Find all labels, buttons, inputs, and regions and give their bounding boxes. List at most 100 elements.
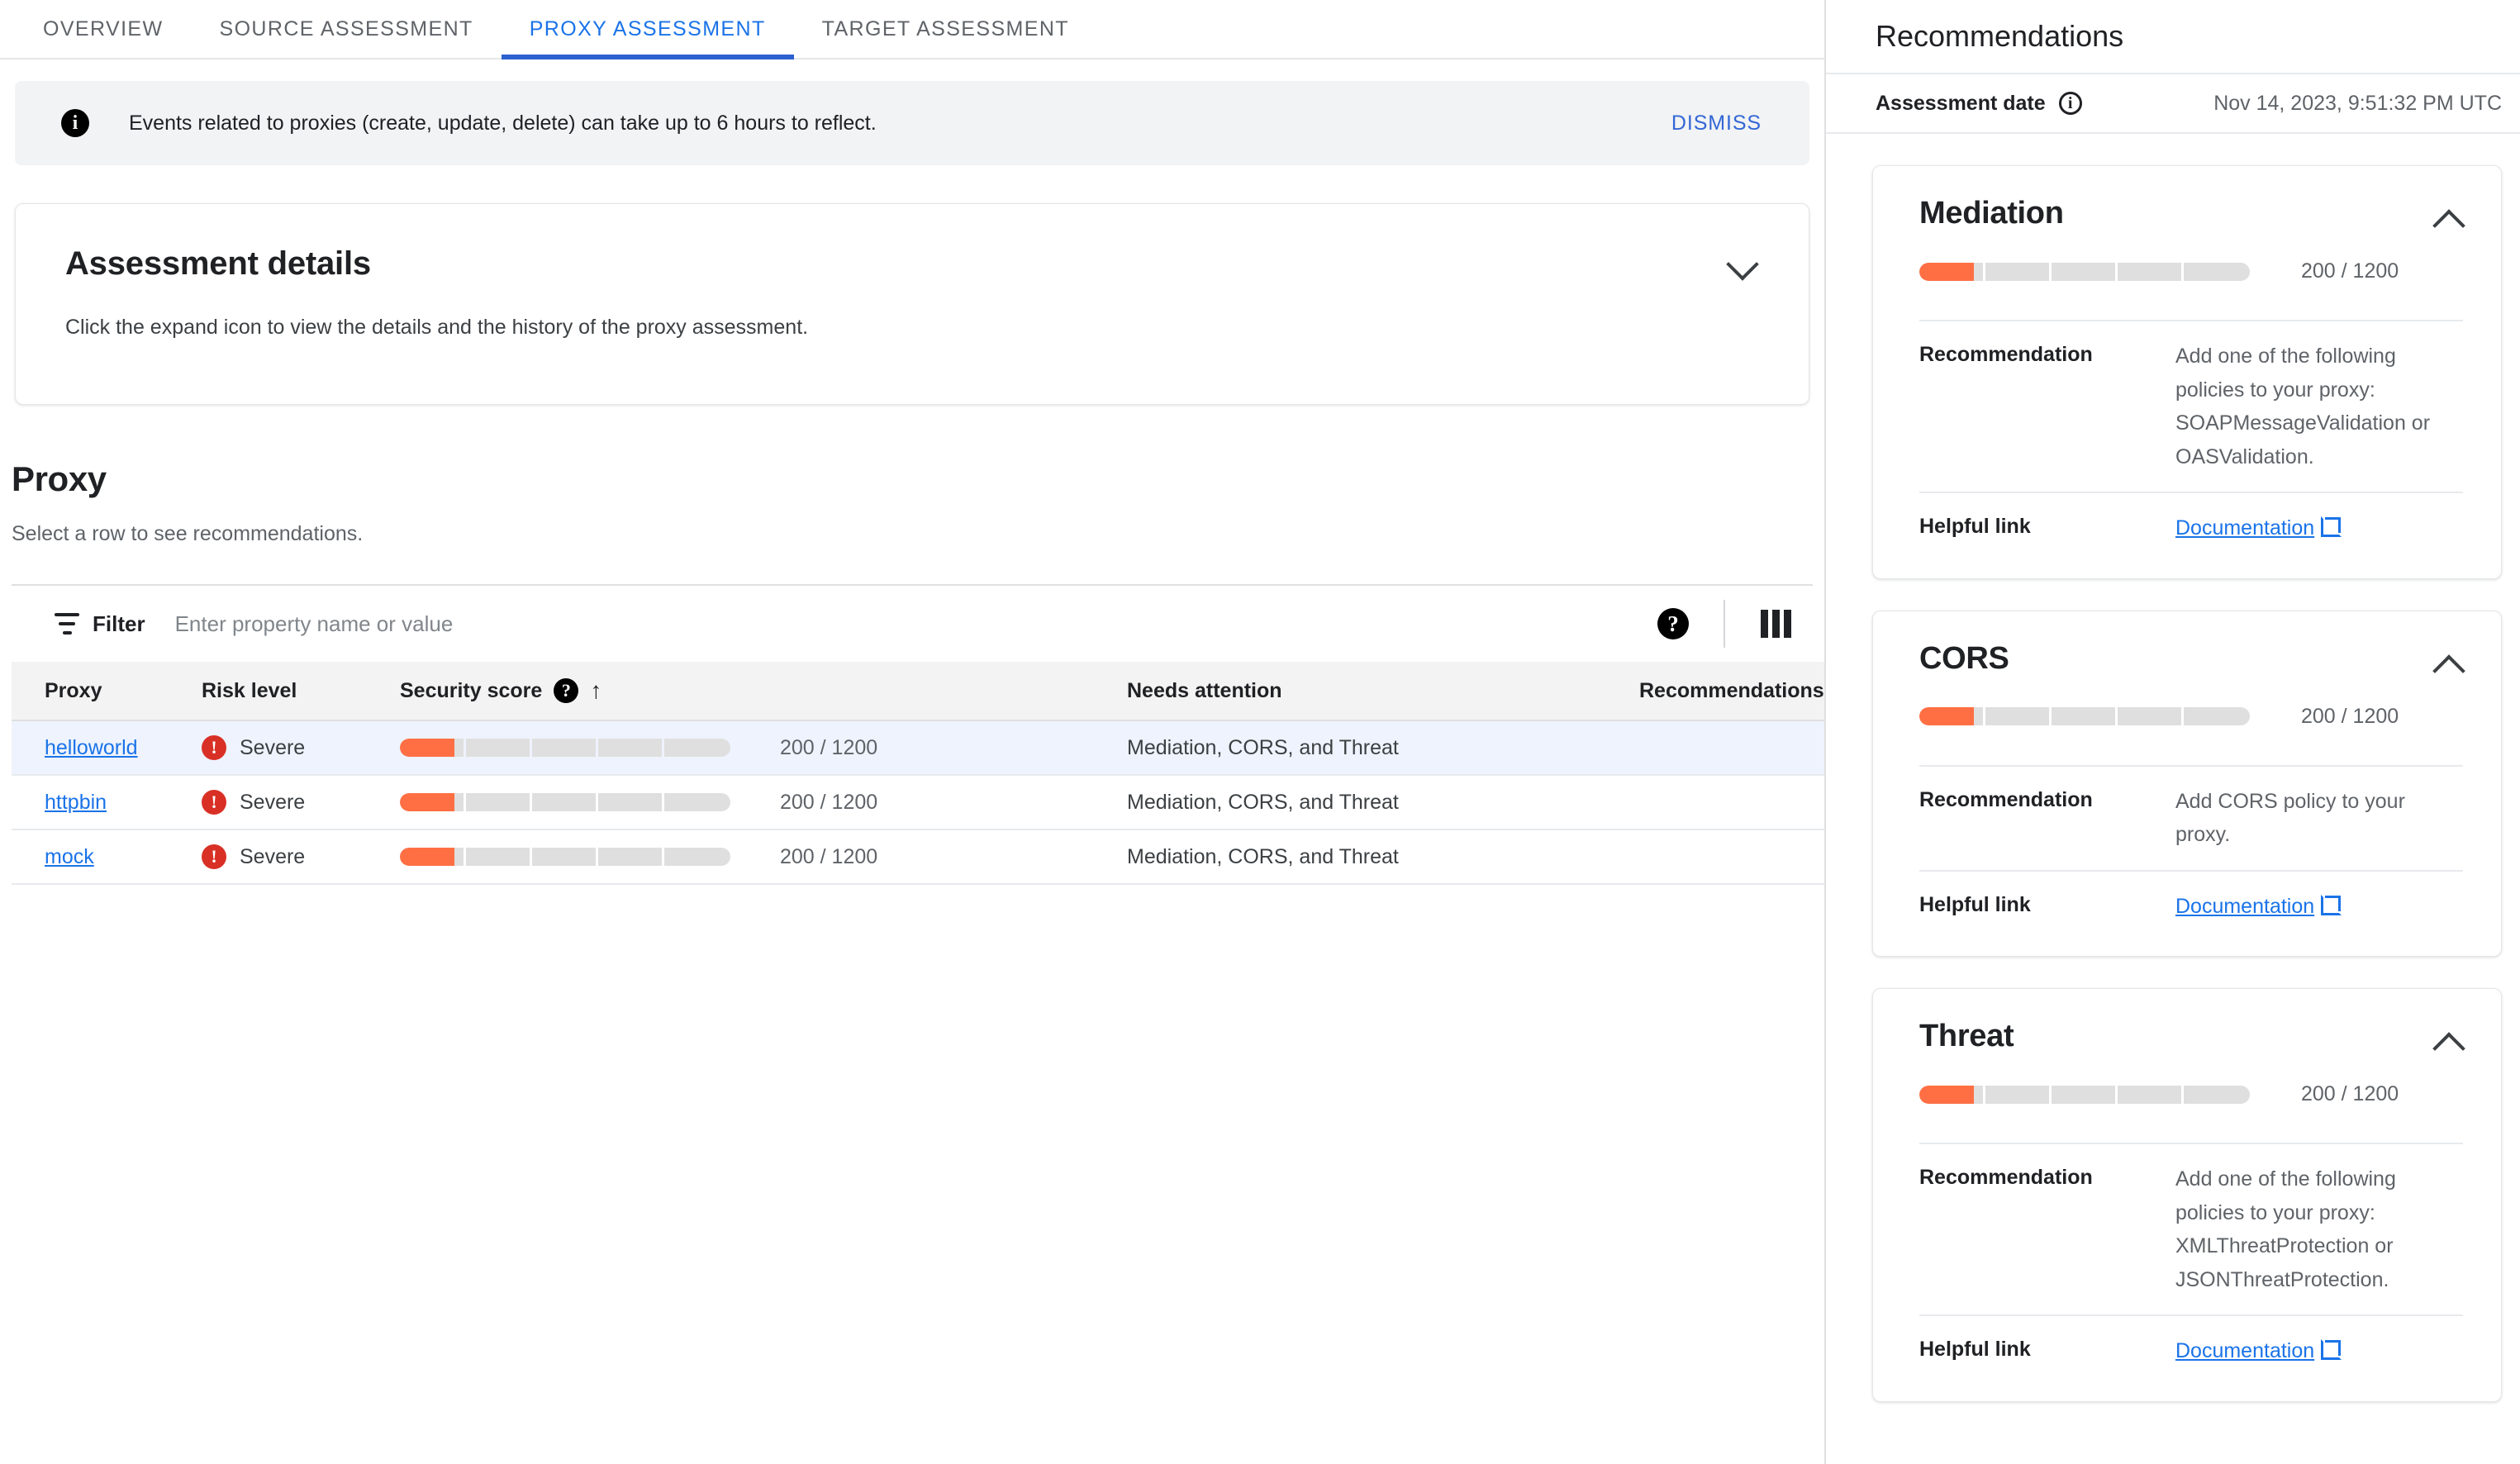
card-score-meter: 200 / 1200 <box>1919 259 2463 283</box>
table-row[interactable]: helloworld ! Severe 200 / 1200 Mediation… <box>12 720 1824 776</box>
filter-icon <box>55 613 79 635</box>
tab-label: TARGET ASSESSMENT <box>821 17 1069 40</box>
tab-bar: OVERVIEW SOURCE ASSESSMENT PROXY ASSESSM… <box>0 0 1824 59</box>
helpful-link-row: Helpful link Documentation <box>1919 492 2463 563</box>
filter-bar: Filter ? <box>12 584 1813 662</box>
needs-attention-value: Mediation, CORS, and Threat <box>1127 829 1639 885</box>
tab-target-assessment[interactable]: TARGET ASSESSMENT <box>794 0 1097 58</box>
helpful-link-label: Helpful link <box>1919 1338 2031 1361</box>
arrow-up-icon[interactable]: ↑ <box>590 679 601 702</box>
filter-button[interactable]: Filter <box>55 611 145 637</box>
table-header: Proxy Risk level Security score ? ↑ Need… <box>12 662 1824 721</box>
recommendation-label: Recommendation <box>1919 1166 2093 1189</box>
recommendation-card-threat: Threat 200 / 1200 Recommendation Add one… <box>1872 988 2502 1402</box>
proxy-link[interactable]: helloworld <box>45 736 138 759</box>
security-score-bar <box>1919 262 2250 281</box>
helpful-link-row: Helpful link Documentation <box>1919 1314 2463 1386</box>
chevron-up-icon[interactable] <box>2430 646 2468 687</box>
column-header-recommendations[interactable]: Recommendations <box>1639 662 1824 721</box>
proxy-link[interactable]: httpbin <box>45 791 107 814</box>
severe-error-icon: ! <box>202 790 226 815</box>
page-title: Proxy <box>12 459 107 498</box>
filter-label: Filter <box>93 611 145 636</box>
helpful-link-row: Helpful link Documentation <box>1919 869 2463 942</box>
risk-level-label: Severe <box>240 790 306 814</box>
tab-proxy-assessment[interactable]: PROXY ASSESSMENT <box>501 0 794 59</box>
help-circle-icon[interactable]: ? <box>1644 595 1702 653</box>
table-row[interactable]: mock ! Severe 200 / 1200 Mediation, CORS… <box>12 829 1824 885</box>
card-details: Recommendation Add one of the following … <box>1919 320 2463 563</box>
column-header-needs-attention[interactable]: Needs attention <box>1127 662 1639 721</box>
recommendations-title: Recommendations <box>1876 19 2124 53</box>
documentation-link[interactable]: Documentation <box>2175 1339 2314 1362</box>
card-score-meter: 200 / 1200 <box>1919 1082 2463 1106</box>
columns-icon[interactable] <box>1747 595 1804 653</box>
chevron-down-icon[interactable] <box>1723 248 1762 290</box>
tab-overview[interactable]: OVERVIEW <box>15 0 192 58</box>
recommendation-label: Recommendation <box>1919 343 2093 366</box>
security-score-bar <box>1919 1085 2250 1104</box>
info-banner: i Events related to proxies (create, upd… <box>15 81 1809 165</box>
recommendation-value: Add one of the following policies to you… <box>2175 1167 2396 1291</box>
security-score-value: 200 / 1200 <box>780 790 878 814</box>
info-outline-icon[interactable]: i <box>2058 92 2082 115</box>
column-header-proxy[interactable]: Proxy <box>12 662 202 721</box>
card-title: Mediation <box>1919 196 2064 231</box>
security-score-bar <box>1919 707 2250 725</box>
helpful-link-label: Helpful link <box>1919 892 2031 916</box>
help-circle-icon[interactable]: ? <box>554 678 579 703</box>
column-header-label: Security score <box>400 678 543 702</box>
recommendation-card-mediation: Mediation 200 / 1200 Recommendation Add … <box>1872 165 2502 579</box>
chevron-up-icon[interactable] <box>2430 201 2468 242</box>
recommendation-label: Recommendation <box>1919 787 2093 811</box>
recommendation-row: Recommendation Add one of the following … <box>1919 1143 2463 1314</box>
risk-level-label: Severe <box>240 735 306 759</box>
external-link-icon[interactable] <box>2321 894 2342 915</box>
card-details: Recommendation Add one of the following … <box>1919 1143 2463 1386</box>
needs-attention-value: Mediation, CORS, and Threat <box>1127 775 1639 830</box>
needs-attention-value: Mediation, CORS, and Threat <box>1127 720 1639 776</box>
recommendations-panel: Recommendations Assessment date i Nov 14… <box>1826 0 2520 1464</box>
external-link-icon[interactable] <box>2321 1339 2342 1360</box>
documentation-link[interactable]: Documentation <box>2175 516 2314 539</box>
main-content: OVERVIEW SOURCE ASSESSMENT PROXY ASSESSM… <box>0 0 1826 1464</box>
recommendation-card-cors: CORS 200 / 1200 Recommendation Add CORS … <box>1872 610 2502 957</box>
column-header-security-score[interactable]: Security score ? ↑ <box>400 662 780 721</box>
severe-error-icon: ! <box>202 735 226 760</box>
table-row[interactable]: httpbin ! Severe 200 / 1200 Mediation, C… <box>12 775 1824 830</box>
dismiss-button[interactable]: DISMISS <box>1657 105 1776 142</box>
card-details: Recommendation Add CORS policy to your p… <box>1919 764 2463 942</box>
documentation-link[interactable]: Documentation <box>2175 895 2314 918</box>
card-score-meter: 200 / 1200 <box>1919 705 2463 729</box>
severe-error-icon: ! <box>202 844 226 869</box>
card-title: Threat <box>1919 1019 2014 1053</box>
security-score-bar <box>400 848 730 866</box>
proxy-assessment-page: OVERVIEW SOURCE ASSESSMENT PROXY ASSESSM… <box>0 0 2520 1464</box>
recommendations-count: 3 <box>1639 720 1824 776</box>
proxy-link[interactable]: mock <box>45 845 94 868</box>
search-input[interactable] <box>174 611 1644 637</box>
tab-label: OVERVIEW <box>43 17 164 40</box>
external-link-icon[interactable] <box>2321 516 2342 537</box>
assessment-details-card: Assessment details Click the expand icon… <box>15 203 1809 405</box>
column-header-score-value <box>780 662 1127 721</box>
column-header-risk-level[interactable]: Risk level <box>202 662 400 721</box>
divider <box>1724 600 1725 648</box>
assessment-date-value: Nov 14, 2023, 9:51:32 PM UTC <box>2213 91 2502 115</box>
proxy-table: Proxy Risk level Security score ? ↑ Need… <box>12 662 1824 885</box>
security-score-bar <box>400 739 730 757</box>
security-score-value: 200 / 1200 <box>2301 704 2399 728</box>
helpful-link-label: Helpful link <box>1919 515 2031 538</box>
recommendation-value: Add CORS policy to your proxy. <box>2175 789 2405 847</box>
recommendation-value: Add one of the following policies to you… <box>2175 345 2431 468</box>
assessment-details-title: Assessment details <box>65 245 371 282</box>
table-header-row: Proxy Risk level Security score ? ↑ Need… <box>12 662 1824 721</box>
tab-source-assessment[interactable]: SOURCE ASSESSMENT <box>192 0 502 58</box>
security-score-value: 200 / 1200 <box>2301 1082 2399 1105</box>
tab-label: SOURCE ASSESSMENT <box>219 17 473 40</box>
recommendation-row: Recommendation Add one of the following … <box>1919 320 2463 492</box>
recommendation-row: Recommendation Add CORS policy to your p… <box>1919 764 2463 870</box>
chevron-up-icon[interactable] <box>2430 1024 2468 1065</box>
risk-level-label: Severe <box>240 844 306 868</box>
security-score-value: 200 / 1200 <box>780 735 878 759</box>
